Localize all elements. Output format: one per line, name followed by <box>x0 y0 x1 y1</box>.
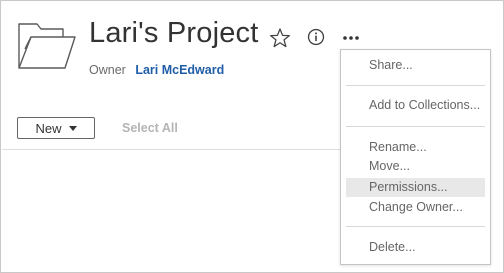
menu-item-move[interactable]: Move... <box>346 157 485 176</box>
menu-item-add-to-collections[interactable]: Add to Collections... <box>346 96 485 115</box>
owner-row: Owner Lari McEdward <box>89 63 224 77</box>
folder-icon <box>18 23 76 69</box>
menu-item-change-owner[interactable]: Change Owner... <box>346 198 485 217</box>
menu-item-rename[interactable]: Rename... <box>346 138 485 157</box>
star-icon[interactable] <box>269 27 291 49</box>
new-button-label: New <box>35 120 62 136</box>
toolbar-divider <box>2 149 340 150</box>
owner-label: Owner <box>89 63 126 77</box>
new-button[interactable]: New <box>17 117 95 139</box>
menu-item-delete[interactable]: Delete... <box>346 238 485 257</box>
info-icon[interactable] <box>307 28 325 46</box>
more-actions-menu: Share... Add to Collections... Rename...… <box>340 49 491 265</box>
menu-divider <box>346 126 485 127</box>
menu-divider <box>346 226 485 227</box>
owner-link[interactable]: Lari McEdward <box>135 63 224 77</box>
more-icon[interactable] <box>342 35 360 41</box>
project-page: Lari's Project Owner Lari McEdward New S… <box>0 0 504 273</box>
menu-item-permissions[interactable]: Permissions... <box>346 178 485 197</box>
menu-divider <box>346 85 485 86</box>
menu-item-share[interactable]: Share... <box>346 56 485 75</box>
select-all-button[interactable]: Select All <box>122 121 178 135</box>
chevron-down-icon <box>68 126 77 131</box>
page-title: Lari's Project <box>89 17 259 49</box>
